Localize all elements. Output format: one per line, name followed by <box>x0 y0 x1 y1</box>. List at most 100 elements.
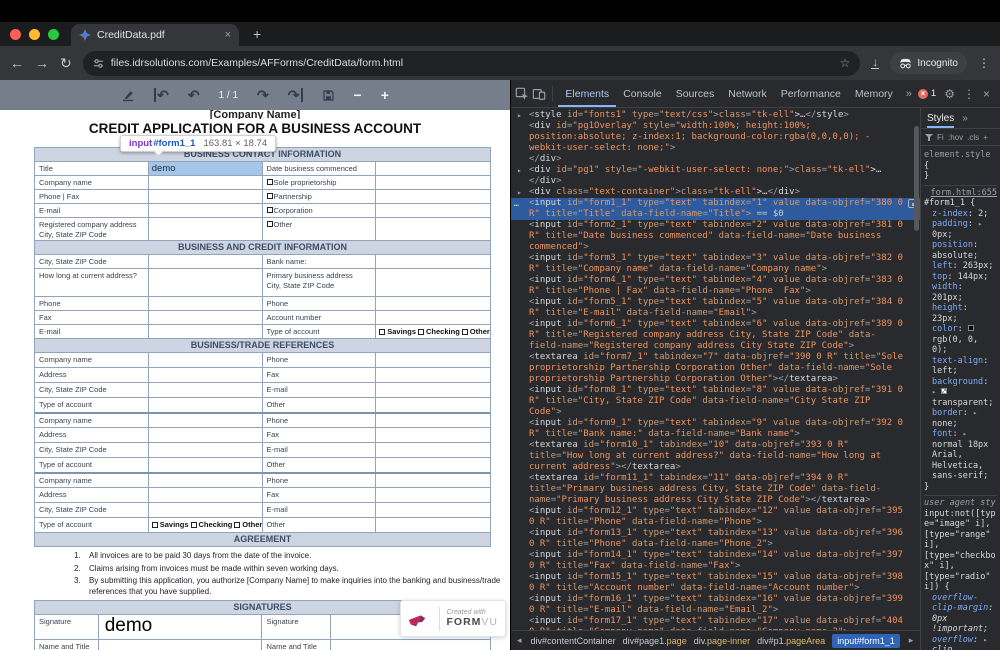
form-field[interactable] <box>376 368 490 382</box>
checkbox[interactable] <box>152 522 158 528</box>
form-field[interactable] <box>376 176 490 189</box>
device-toolbar-icon[interactable] <box>531 84 545 104</box>
form-field[interactable] <box>149 218 263 240</box>
inspect-element-icon[interactable] <box>515 84 529 104</box>
new-tab-icon[interactable]: + <box>253 26 261 42</box>
css-property[interactable]: background: ▸ transparent; <box>924 377 997 409</box>
url-bar[interactable]: files.idrsolutions.com/Examples/AFForms/… <box>83 51 861 76</box>
settings-gear-icon[interactable]: ⚙ <box>944 87 955 101</box>
toggle-classes[interactable]: .cls <box>967 133 979 142</box>
form-field[interactable] <box>149 398 263 412</box>
dom-tree-node[interactable]: <input id="form6_1" type="text" tabindex… <box>529 319 906 352</box>
dom-tree-node[interactable]: ▸<div class="text-container">class="tk-e… <box>529 187 906 198</box>
form-field[interactable] <box>149 176 263 189</box>
scrollbar-thumb[interactable] <box>914 126 919 231</box>
form-field[interactable]: SavingsCheckingOther <box>149 518 263 532</box>
node-options-icon[interactable]: … <box>514 198 520 209</box>
form-field[interactable] <box>149 190 263 203</box>
new-style-rule-button[interactable]: + <box>983 133 988 142</box>
color-swatch[interactable] <box>968 325 974 331</box>
form-field[interactable] <box>376 414 490 427</box>
devtools-tab-sources[interactable]: Sources <box>669 80 722 107</box>
back-icon[interactable]: ← <box>10 56 24 70</box>
checkbox[interactable] <box>462 329 468 335</box>
form-field[interactable] <box>376 269 490 296</box>
css-property[interactable]: text-align: left; <box>924 356 997 377</box>
expand-arrow-icon[interactable]: ▸ <box>517 187 522 198</box>
form-field[interactable] <box>99 640 263 650</box>
css-property[interactable]: overflow-clip-margin: 0px !important; <box>924 593 997 635</box>
checkbox[interactable] <box>267 221 273 227</box>
breadcrumb-item[interactable]: div#contentContainer <box>531 636 616 646</box>
style-source-link[interactable]: form.html:655 <box>924 188 997 199</box>
dom-tree-node[interactable]: <input id="form13_1" type="text" tabinde… <box>529 528 906 550</box>
dom-tree-node[interactable]: <div id="pg1Overlay" style="width:100%; … <box>529 121 906 154</box>
form-field[interactable] <box>149 255 263 268</box>
more-sidebar-tabs-icon[interactable]: » <box>962 113 968 124</box>
form-field[interactable] <box>376 458 490 472</box>
expand-arrow-icon[interactable]: ▸ <box>517 165 522 176</box>
form-field[interactable] <box>376 383 490 397</box>
dom-tree-node[interactable]: <input id="form1_1" type="text" tabindex… <box>511 198 920 220</box>
dom-tree-node[interactable]: ▸<style id="fonts1" type="text/css">clas… <box>529 110 906 121</box>
form-field[interactable] <box>376 297 490 310</box>
window-close-button[interactable] <box>10 29 21 40</box>
form-field[interactable] <box>149 353 263 367</box>
devtools-tab-memory[interactable]: Memory <box>848 80 900 107</box>
css-property[interactable]: overflow: ▸ clip !important; <box>924 635 997 650</box>
sign-pen-icon[interactable] <box>121 88 135 102</box>
form-field[interactable] <box>376 353 490 367</box>
dom-tree-scrollbar[interactable] <box>913 108 920 650</box>
form-field[interactable] <box>376 204 490 217</box>
devtools-tab-console[interactable]: Console <box>616 80 669 107</box>
css-property[interactable]: z-index: 2; <box>924 209 997 220</box>
form-field[interactable] <box>376 190 490 203</box>
dom-tree-node[interactable]: <input id="form17_1" type="text" tabinde… <box>529 616 906 630</box>
checkbox-option[interactable]: Checking <box>191 520 233 530</box>
form-field[interactable] <box>149 297 263 310</box>
form-field[interactable] <box>376 428 490 442</box>
css-property[interactable]: color: rgb(0, 0, 0); <box>924 324 997 356</box>
dom-tree-node[interactable]: <input id="form16_1" type="text" tabinde… <box>529 594 906 616</box>
bookmark-star-icon[interactable]: ☆ <box>840 56 851 70</box>
formvu-badge[interactable]: Created with FORMVU <box>400 600 506 637</box>
style-selector[interactable]: #form1_1 { <box>924 198 997 209</box>
form-field[interactable] <box>376 474 490 487</box>
forward-icon[interactable]: → <box>35 56 49 70</box>
css-property[interactable]: top: 144px; <box>924 272 997 283</box>
devtools-close-icon[interactable]: × <box>983 87 990 101</box>
dom-tree-node[interactable]: <input id="form5_1" type="text" tabindex… <box>529 297 906 319</box>
form-field[interactable] <box>149 503 263 517</box>
form-field[interactable] <box>149 414 263 427</box>
form-field[interactable] <box>149 458 263 472</box>
form-field[interactable] <box>149 428 263 442</box>
css-property[interactable]: height: 23px; <box>924 303 997 324</box>
checkbox-option[interactable]: Other <box>462 327 490 337</box>
checkbox-option[interactable]: Savings <box>379 327 416 337</box>
css-property[interactable]: width: 201px; <box>924 282 997 303</box>
crumbs-scroll-left-icon[interactable]: ◂ <box>515 635 524 646</box>
reload-icon[interactable]: ↻ <box>60 56 72 70</box>
browser-menu-icon[interactable]: ⋮ <box>978 56 990 70</box>
form-field[interactable] <box>376 162 490 175</box>
inspected-form-field[interactable]: demo <box>149 162 263 175</box>
dom-tree-node[interactable]: <input id="form12_1" type="text" tabinde… <box>529 506 906 528</box>
devtools-tab-elements[interactable]: Elements <box>558 80 616 107</box>
devtools-tab-performance[interactable]: Performance <box>774 80 848 107</box>
form-field[interactable] <box>149 443 263 457</box>
dom-tree-node[interactable]: <textarea id="form7_1" tabindex="7" data… <box>529 352 906 385</box>
toggle-hover-state[interactable]: :hov <box>948 133 963 142</box>
style-selector[interactable]: element.style { <box>924 150 997 171</box>
form-field[interactable] <box>376 218 490 240</box>
style-selector[interactable]: input:not([type="image" i], [type="range… <box>924 509 997 593</box>
dom-tree-node[interactable]: <input id="form15_1" type="text" tabinde… <box>529 572 906 594</box>
form-field[interactable] <box>376 503 490 517</box>
dom-tree-node[interactable]: <input id="form14_1" type="text" tabinde… <box>529 550 906 572</box>
devtools-menu-icon[interactable]: ⋮ <box>963 87 975 101</box>
form-field[interactable] <box>149 269 263 296</box>
filter-funnel-icon[interactable] <box>925 133 933 141</box>
zoom-out-button[interactable]: − <box>354 87 362 103</box>
dom-tree-node[interactable]: ▸<div id="pg1" style="-webkit-user-selec… <box>529 165 906 187</box>
form-field[interactable] <box>149 474 263 487</box>
form-field[interactable] <box>376 398 490 412</box>
